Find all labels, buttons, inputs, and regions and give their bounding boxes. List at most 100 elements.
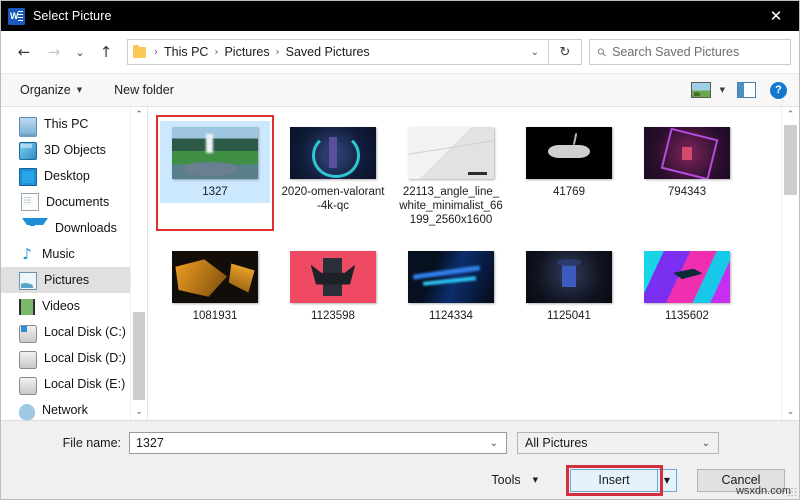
sidebar-item-this-pc[interactable]: This PC bbox=[1, 111, 147, 137]
file-name-row: File name: 1327 ⌄ All Pictures ⌄ bbox=[1, 430, 799, 456]
sidebar-item-label: Desktop bbox=[44, 169, 90, 183]
file-grid: 1327 2020-omen-valorant-4k-qc 22113_angl… bbox=[148, 107, 760, 333]
file-name-label: 2020-omen-valorant-4k-qc bbox=[281, 186, 385, 212]
picture-view-icon[interactable] bbox=[690, 82, 711, 98]
disk-icon bbox=[19, 351, 37, 369]
file-thumbnail bbox=[172, 127, 258, 179]
file-scroll-thumb[interactable] bbox=[784, 125, 797, 195]
file-type-filter-select[interactable]: All Pictures ⌄ bbox=[517, 432, 719, 454]
file-type-filter-value: All Pictures bbox=[525, 436, 588, 450]
sidebar-item-label: Downloads bbox=[55, 221, 117, 235]
up-icon[interactable]: ↑ bbox=[91, 37, 121, 67]
file-name-input[interactable]: 1327 ⌄ bbox=[129, 432, 507, 454]
file-item[interactable]: 1327 bbox=[156, 115, 274, 231]
sidebar-item-label: Music bbox=[42, 247, 75, 261]
new-folder-button[interactable]: New folder bbox=[105, 79, 183, 101]
file-item[interactable]: 41769 bbox=[510, 115, 628, 231]
sidebar-item-3d-objects[interactable]: 3D Objects bbox=[1, 137, 147, 163]
file-name-label: 22113_angle_line_white_minimalist_66199_… bbox=[399, 186, 503, 226]
sidebar-scrollbar[interactable]: ⌃ ⌄ bbox=[130, 107, 147, 420]
file-name-label: 1123598 bbox=[311, 310, 355, 322]
sidebar-scroll-thumb[interactable] bbox=[133, 312, 145, 400]
sidebar-item-local-disk-d[interactable]: Local Disk (D:) bbox=[1, 345, 147, 371]
select-picture-dialog: W Select Picture ✕ ← → ⌄ ↑ › This PC › P… bbox=[0, 0, 800, 500]
file-item[interactable]: 794343 bbox=[628, 115, 746, 231]
file-thumbnail bbox=[408, 251, 494, 303]
sidebar-item-label: Network bbox=[42, 403, 88, 417]
chevron-down-icon[interactable]: ⌄ bbox=[482, 438, 506, 449]
breadcrumb-item-pictures[interactable]: Pictures bbox=[222, 45, 271, 59]
file-item[interactable]: 22113_angle_line_white_minimalist_66199_… bbox=[392, 115, 510, 231]
folder-icon bbox=[133, 44, 146, 58]
tools-button[interactable]: Tools ▼ bbox=[481, 469, 548, 492]
breadcrumb-item-this-pc[interactable]: This PC bbox=[162, 45, 210, 59]
file-thumbnail bbox=[526, 127, 612, 179]
file-item[interactable]: 2020-omen-valorant-4k-qc bbox=[274, 115, 392, 231]
sidebar-item-downloads[interactable]: Downloads bbox=[1, 215, 147, 241]
close-icon[interactable]: ✕ bbox=[753, 1, 799, 31]
organize-label: Organize bbox=[20, 83, 71, 97]
sidebar-item-desktop[interactable]: Desktop bbox=[1, 163, 147, 189]
search-placeholder: Search Saved Pictures bbox=[612, 45, 740, 59]
file-name-label: 41769 bbox=[553, 186, 585, 198]
new-folder-label: New folder bbox=[114, 83, 174, 97]
sidebar-item-videos[interactable]: Videos bbox=[1, 293, 147, 319]
breadcrumb[interactable]: › This PC › Pictures › Saved Pictures ⌄ bbox=[127, 39, 549, 65]
system-disk-icon bbox=[19, 325, 37, 343]
file-list-pane: 1327 2020-omen-valorant-4k-qc 22113_angl… bbox=[147, 107, 799, 420]
file-item[interactable]: 1125041 bbox=[510, 239, 628, 327]
breadcrumb-item-saved-pictures[interactable]: Saved Pictures bbox=[284, 45, 372, 59]
file-name-label: 1124334 bbox=[429, 310, 473, 322]
file-thumbnail bbox=[526, 251, 612, 303]
sidebar-scroll-up-icon[interactable]: ⌃ bbox=[131, 107, 147, 123]
preview-pane-icon[interactable] bbox=[737, 82, 756, 98]
view-options-chevron-icon[interactable]: ▼ bbox=[720, 86, 725, 94]
sidebar-item-label: Local Disk (C:) bbox=[44, 325, 126, 339]
sidebar-item-music[interactable]: ♪ Music bbox=[1, 241, 147, 267]
insert-button[interactable]: Insert bbox=[570, 468, 658, 492]
search-input[interactable]: ⚲ Search Saved Pictures bbox=[589, 39, 791, 65]
refresh-icon[interactable]: ↻ bbox=[549, 39, 582, 65]
sidebar-item-label: 3D Objects bbox=[44, 143, 106, 157]
file-name-value: 1327 bbox=[136, 436, 164, 450]
sidebar-scroll-down-icon[interactable]: ⌄ bbox=[131, 404, 147, 420]
file-name-label: 794343 bbox=[667, 186, 707, 198]
sidebar-item-documents[interactable]: Documents bbox=[1, 189, 147, 215]
insert-dropdown-icon[interactable]: ▼ bbox=[658, 468, 677, 492]
sidebar-item-local-disk-c[interactable]: Local Disk (C:) bbox=[1, 319, 147, 345]
file-item[interactable]: 1135602 bbox=[628, 239, 746, 327]
organize-button[interactable]: Organize ▼ bbox=[11, 79, 91, 101]
help-icon[interactable]: ? bbox=[770, 81, 787, 99]
sidebar-item-label: Local Disk (E:) bbox=[44, 377, 126, 391]
sidebar-item-network[interactable]: Network bbox=[1, 397, 147, 420]
resize-grip[interactable] bbox=[787, 487, 797, 497]
desktop-icon bbox=[19, 168, 37, 186]
sidebar-item-label: Documents bbox=[46, 195, 110, 209]
forward-icon[interactable]: → bbox=[39, 37, 69, 67]
sidebar-item-pictures[interactable]: Pictures bbox=[1, 267, 147, 293]
breadcrumb-separator-0: › bbox=[154, 46, 158, 58]
file-name-label: 1125041 bbox=[547, 310, 591, 322]
command-bar: Organize ▼ New folder ▼ ? bbox=[1, 74, 799, 107]
file-item[interactable]: 1124334 bbox=[392, 239, 510, 327]
file-pane-scrollbar[interactable]: ⌃ ⌄ bbox=[781, 107, 799, 420]
back-icon[interactable]: ← bbox=[9, 37, 39, 67]
file-name-label: 1081931 bbox=[192, 310, 238, 322]
file-item[interactable]: 1123598 bbox=[274, 239, 392, 327]
dialog-body: This PC 3D Objects Desktop Documents Dow… bbox=[1, 107, 799, 420]
file-item[interactable]: 1081931 bbox=[156, 239, 274, 327]
file-scroll-down-icon[interactable]: ⌄ bbox=[782, 404, 799, 420]
file-thumbnail bbox=[290, 251, 376, 303]
sidebar-item-label: Local Disk (D:) bbox=[44, 351, 126, 365]
breadcrumb-separator-2: › bbox=[275, 46, 280, 58]
recent-locations-icon[interactable]: ⌄ bbox=[69, 37, 91, 67]
breadcrumb-dropdown-icon[interactable]: ⌄ bbox=[522, 47, 548, 58]
search-icon: ⚲ bbox=[594, 44, 610, 60]
file-scroll-up-icon[interactable]: ⌃ bbox=[782, 107, 799, 123]
sidebar-item-local-disk-e[interactable]: Local Disk (E:) bbox=[1, 371, 147, 397]
disk-icon bbox=[19, 377, 37, 395]
file-name-label: 1327 bbox=[202, 186, 228, 198]
file-thumbnail bbox=[172, 251, 258, 303]
chevron-down-icon: ▼ bbox=[76, 86, 83, 94]
file-thumbnail bbox=[408, 127, 494, 179]
